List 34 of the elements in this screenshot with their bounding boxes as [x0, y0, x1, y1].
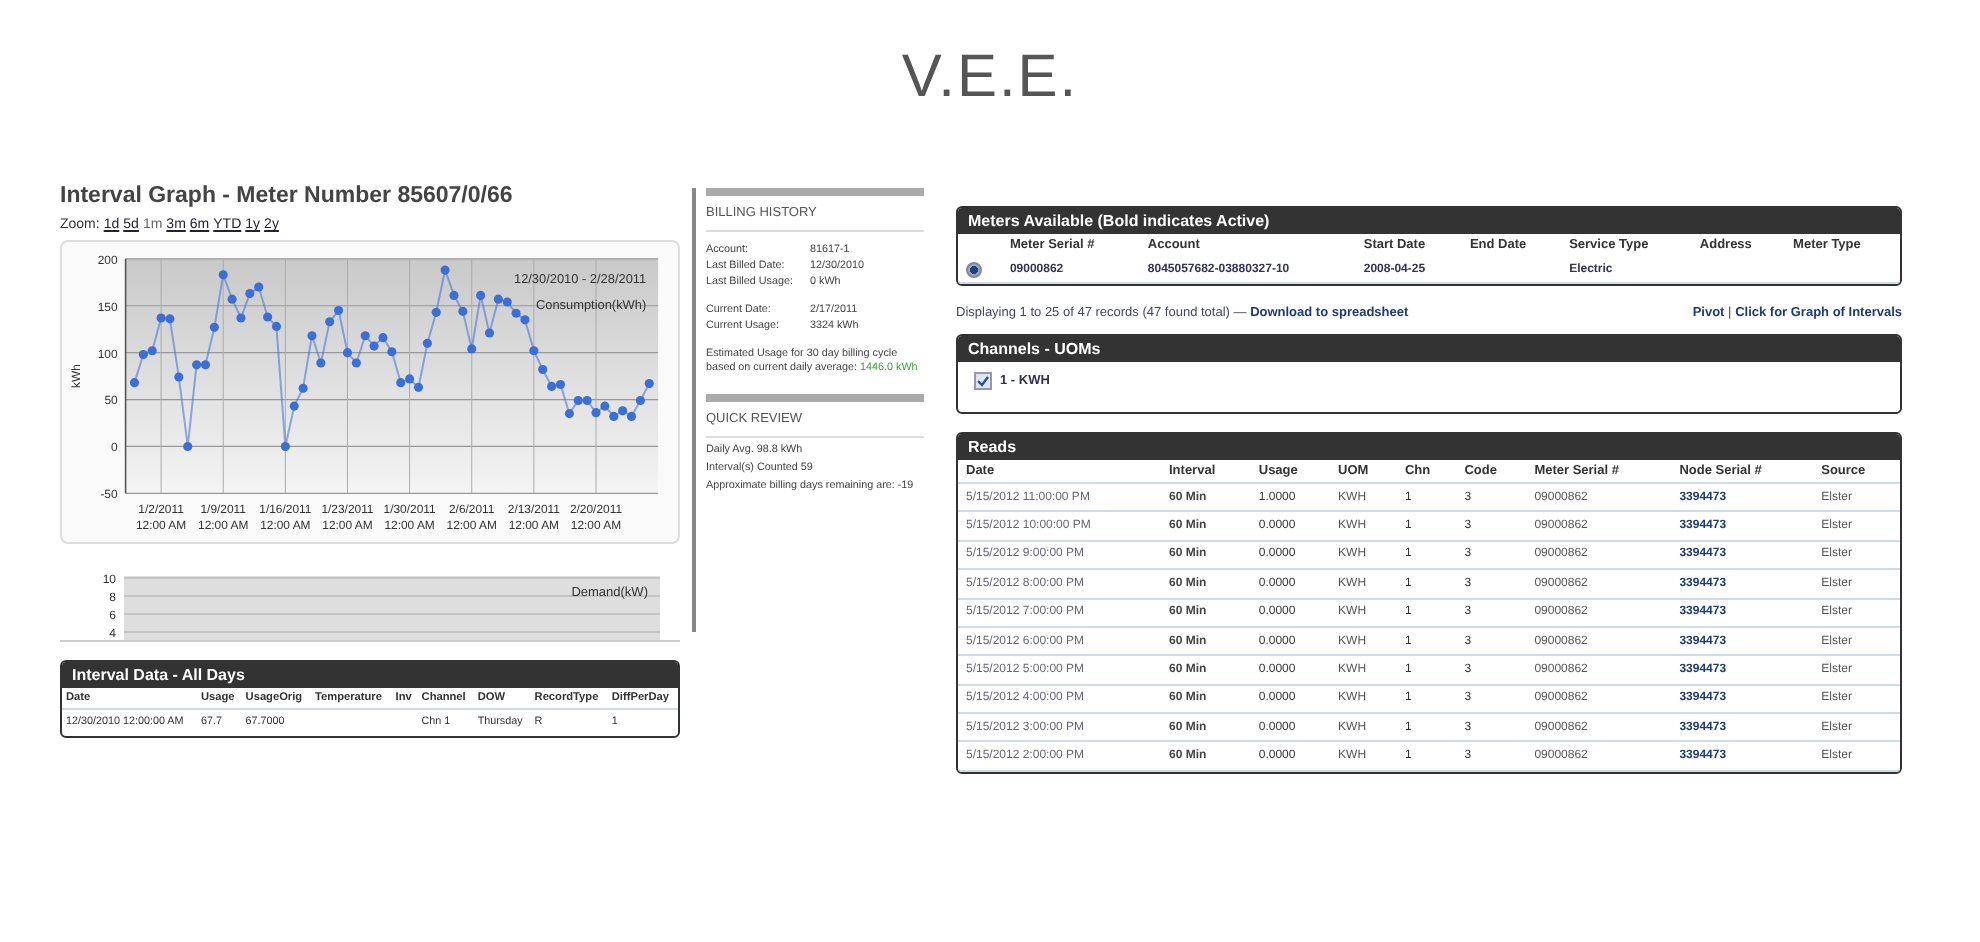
data-point [564, 409, 574, 419]
data-point [289, 401, 299, 411]
data-point [218, 270, 228, 280]
data-point [449, 290, 459, 300]
data-point [174, 372, 184, 382]
page-title: V.E.E. [899, 42, 1081, 114]
radio-button[interactable] [966, 261, 982, 277]
panel-header: Interval Data - All Days [62, 662, 678, 688]
data-point [467, 344, 477, 354]
panel-header: Reads [958, 434, 1900, 460]
data-point [431, 307, 441, 317]
data-point [307, 331, 317, 341]
data-point [227, 294, 237, 304]
data-point [209, 322, 219, 332]
data-point [458, 306, 468, 316]
data-point [422, 338, 432, 348]
data-point [183, 441, 193, 451]
checkbox[interactable] [974, 372, 992, 390]
data-point [476, 290, 486, 300]
panel-header: Meters Available (Bold indicates Active) [958, 208, 1900, 234]
data-point [316, 358, 326, 368]
data-point [484, 328, 495, 338]
graph-title: Interval Graph - Meter Number 85607/0/66 [60, 184, 515, 208]
panel-header: Channels - UOMs [958, 336, 1900, 362]
data-point [538, 364, 548, 375]
data-point [440, 265, 450, 275]
data-point [529, 346, 539, 356]
data-point [387, 347, 397, 357]
data-point [635, 395, 645, 406]
data-point [236, 313, 246, 323]
data-point [644, 379, 654, 389]
data-point [129, 378, 140, 388]
data-point [280, 441, 290, 451]
data-point [298, 383, 308, 393]
